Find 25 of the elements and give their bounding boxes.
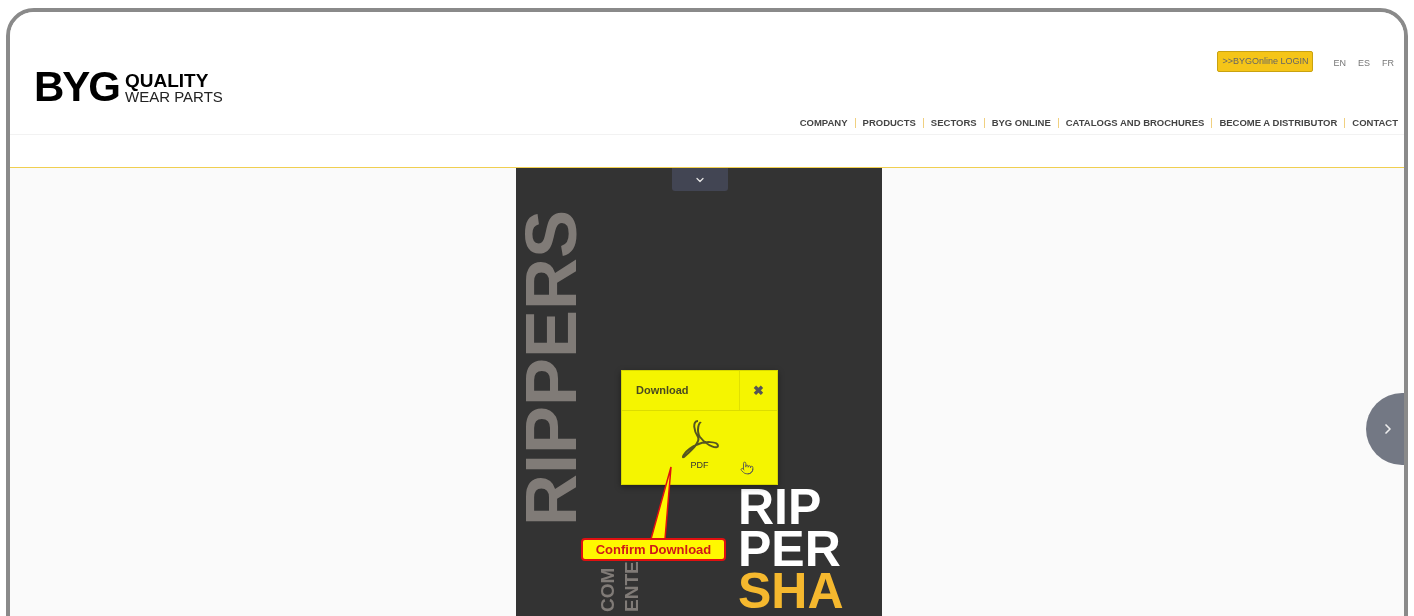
popup-title: Download xyxy=(635,383,690,399)
cover-headline: RIP xyxy=(738,486,822,528)
hand-cursor-icon xyxy=(740,461,754,475)
logo-title: QUALITY xyxy=(125,72,210,89)
nav-link[interactable]: BYG ONLINE xyxy=(991,116,1051,131)
nav-link[interactable]: CONTACT xyxy=(1352,116,1398,131)
language-link[interactable]: EN xyxy=(1333,56,1346,71)
cover-side-text: ENTE xyxy=(624,561,641,612)
pdf-download-button[interactable]: PDF xyxy=(677,419,722,473)
nav-link[interactable]: COMPANY xyxy=(799,116,848,131)
language-link[interactable]: ES xyxy=(1358,56,1370,71)
nav-link[interactable]: CATALOGS AND BROCHURES xyxy=(1065,116,1205,131)
nav-link[interactable]: SECTORS xyxy=(930,116,977,131)
cover-side-text: RIPPERS xyxy=(521,209,583,526)
close-button[interactable]: ✖ xyxy=(739,371,777,410)
nav-link[interactable]: PRODUCTS xyxy=(862,116,916,131)
collapse-toggle[interactable] xyxy=(672,168,728,191)
language-link[interactable]: FR xyxy=(1382,56,1394,71)
cover-headline: PER xyxy=(738,528,841,570)
login-button[interactable]: >>BYGOnline LOGIN xyxy=(1217,51,1314,72)
cover-headline: SHA xyxy=(738,570,844,612)
cover-side-text: COM xyxy=(600,567,617,612)
nav-link[interactable]: BECOME A DISTRIBUTOR xyxy=(1219,116,1338,131)
logo-subtitle: WEAR PARTS xyxy=(125,89,223,104)
logo-mark: BYG xyxy=(34,70,119,104)
